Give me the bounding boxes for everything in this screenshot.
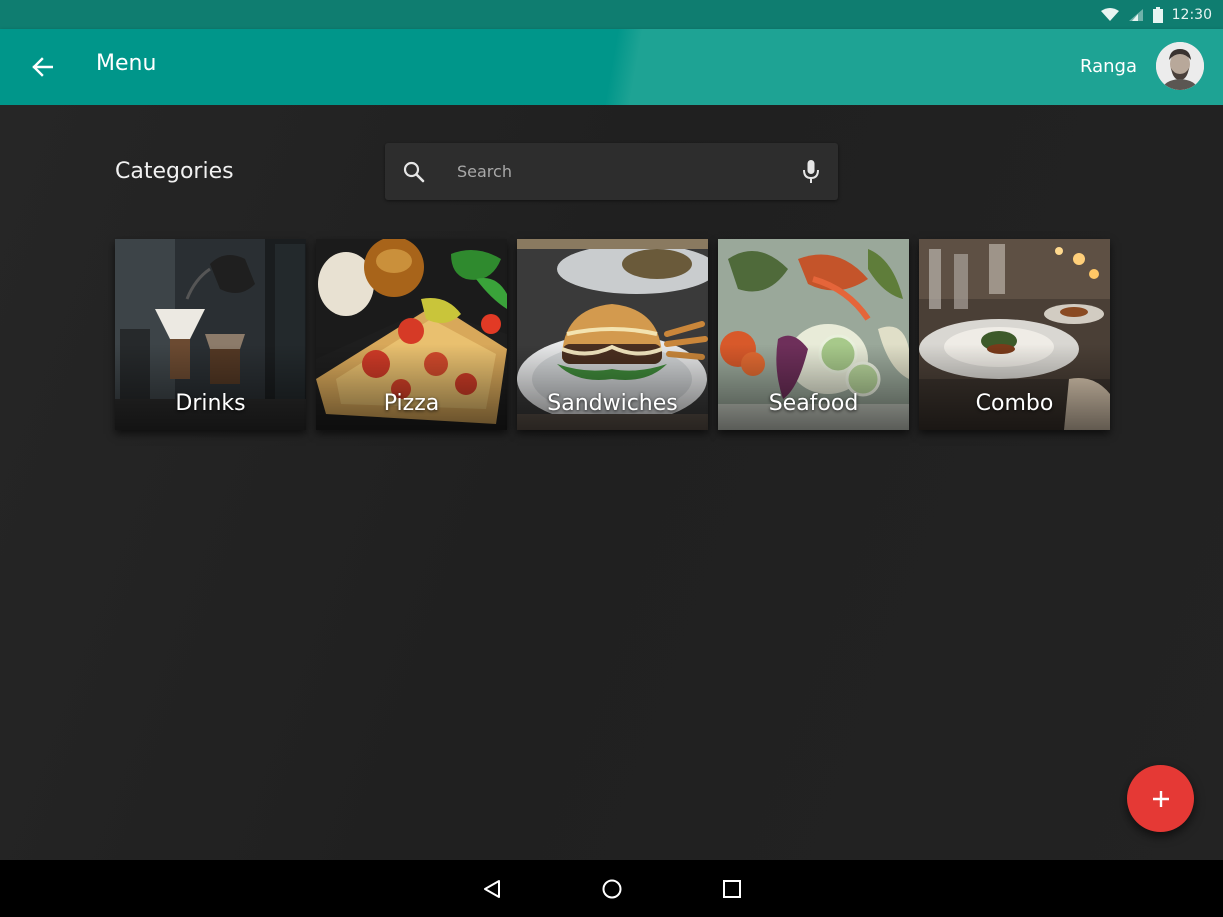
search-icon (403, 161, 425, 183)
main-content: Categories Search Drinks Pizza Sandwiche… (0, 105, 1223, 860)
category-label: Seafood (768, 391, 859, 416)
status-time: 12:30 (1171, 6, 1212, 23)
avatar[interactable] (1156, 42, 1204, 90)
wifi-icon (1100, 7, 1119, 21)
category-card-combo[interactable]: Combo (919, 239, 1110, 430)
page-title: Menu (96, 51, 157, 76)
category-card-drinks[interactable]: Drinks (115, 239, 306, 430)
category-label: Combo (975, 391, 1054, 416)
category-grid: Drinks Pizza Sandwiches Seafood Combo (115, 239, 1110, 430)
system-nav-bar (0, 860, 1223, 917)
section-title: Categories (115, 159, 234, 184)
mic-icon[interactable] (802, 159, 820, 185)
nav-back-icon (483, 879, 500, 898)
app-bar: Menu Ranga (0, 29, 1223, 105)
search-input[interactable] (457, 157, 787, 185)
category-label: Drinks (175, 391, 246, 416)
add-button[interactable] (1127, 765, 1194, 832)
battery-icon (1152, 6, 1163, 23)
user-name: Ranga (1079, 56, 1137, 77)
category-card-sandwiches[interactable]: Sandwiches (517, 239, 708, 430)
nav-recents-button[interactable] (713, 870, 751, 908)
status-bar: 12:30 (0, 0, 1223, 29)
user-avatar-icon (1156, 42, 1204, 90)
category-label: Pizza (383, 391, 440, 416)
nav-home-icon (602, 879, 621, 898)
nav-back-button[interactable] (473, 870, 511, 908)
nav-home-button[interactable] (593, 870, 631, 908)
plus-icon (1152, 790, 1169, 807)
back-button[interactable] (20, 47, 64, 87)
category-card-seafood[interactable]: Seafood (718, 239, 909, 430)
category-label: Sandwiches (547, 391, 678, 416)
arrow-back-icon (32, 57, 53, 77)
cell-signal-icon (1128, 8, 1143, 21)
nav-recents-icon (722, 879, 741, 898)
search-bar[interactable] (385, 143, 838, 200)
category-card-pizza[interactable]: Pizza (316, 239, 507, 430)
